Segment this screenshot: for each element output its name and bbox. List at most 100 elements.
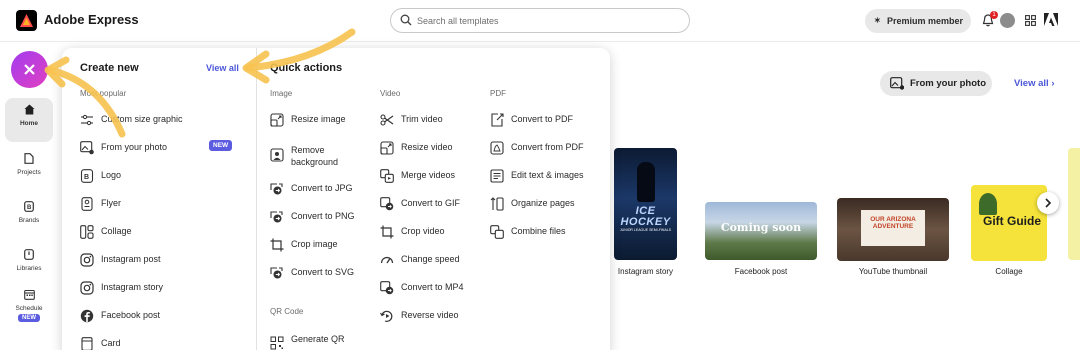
resize-icon (270, 113, 284, 127)
template-card-collage[interactable]: Gift Guide (971, 185, 1047, 261)
reverse-icon (380, 310, 393, 322)
trim-icon (380, 114, 394, 126)
create-new-view-all-link[interactable]: View all (206, 63, 239, 73)
item-label: Crop video (401, 226, 445, 236)
calendar-icon (23, 289, 35, 300)
template-headline: Coming soon (720, 221, 802, 234)
quick-actions-heading: Quick actions (270, 62, 343, 74)
item-label: Remove background (291, 145, 339, 167)
template-card-partial[interactable] (1068, 148, 1080, 260)
pdf-section-label: PDF (490, 89, 506, 98)
template-label-facebook-post: Facebook post (734, 267, 788, 276)
image-section-label: Image (270, 89, 293, 98)
item-label: Instagram story (101, 282, 164, 292)
item-label: Convert to MP4 (401, 282, 464, 292)
item-label: Collage (101, 226, 132, 236)
item-label: Facebook post (101, 310, 161, 320)
collage-icon (80, 225, 94, 239)
item-label: Custom size graphic (101, 114, 183, 124)
close-create-button[interactable] (11, 51, 48, 88)
speed-icon (380, 256, 394, 264)
search-bar[interactable] (390, 8, 690, 33)
item-label: Resize video (401, 142, 453, 152)
template-card-instagram-story[interactable]: ICE HOCKEY JUNIOR LEAGUE SEMI-FINALS (614, 148, 677, 260)
merge-icon (380, 169, 394, 183)
rail-label-schedule: Schedule (15, 305, 43, 312)
rail-item-libraries[interactable]: Libraries (5, 243, 53, 287)
item-label: Edit text & images (511, 170, 584, 180)
item-label: Flyer (101, 198, 121, 208)
home-icon (24, 104, 34, 115)
flyer-icon (81, 197, 93, 211)
adobe-logo-icon[interactable] (1044, 13, 1058, 26)
item-label: Convert to PNG (291, 211, 355, 221)
item-label: Convert from PDF (511, 142, 584, 152)
item-label: Logo (101, 170, 122, 180)
convert-icon (270, 211, 283, 223)
instagram-icon (80, 253, 94, 267)
rail-label-libraries: Libraries (16, 265, 42, 272)
chevron-right-icon (1045, 198, 1052, 208)
template-headline: ICE HOCKEY (620, 205, 671, 228)
item-label: From your photo (101, 142, 168, 152)
new-badge: NEW (18, 314, 40, 322)
view-all-label: View all (1014, 78, 1049, 89)
pages-icon (490, 197, 504, 211)
rail-item-schedule[interactable]: Schedule NEW (5, 283, 53, 335)
item-label: Convert to SVG (291, 267, 355, 277)
crop-icon (380, 225, 394, 239)
close-icon (24, 64, 35, 75)
plant-illustration (979, 193, 997, 215)
player-silhouette (637, 162, 655, 202)
rail-item-projects[interactable]: Projects (5, 147, 53, 191)
avatar[interactable] (1000, 13, 1015, 28)
from-your-photo-button[interactable]: From your photo (880, 71, 992, 96)
create-panel: Create new View all Most popular Custom … (62, 48, 610, 350)
combine-icon (490, 225, 504, 239)
template-headline: OUR ARIZONA ADVENTURE (870, 216, 916, 230)
template-card-facebook-post[interactable]: Coming soon (705, 202, 817, 260)
template-card-youtube-thumbnail[interactable]: OUR ARIZONA ADVENTURE (837, 198, 949, 261)
convert-icon (270, 183, 283, 195)
instagram-icon (80, 281, 94, 295)
create-new-heading: Create new (80, 62, 139, 74)
item-label: Resize image (291, 114, 346, 124)
rail-item-brands[interactable]: B Brands (5, 195, 53, 239)
from-photo-label: From your photo (910, 78, 986, 89)
custom-size-icon (81, 114, 93, 126)
library-icon (24, 249, 34, 260)
item-label: Instagram post (101, 254, 161, 264)
item-label: Organize pages (511, 198, 575, 208)
item-label: Generate QR (291, 334, 345, 344)
view-all-link[interactable]: View all › (1014, 78, 1055, 89)
card-icon (81, 337, 93, 350)
qr-section-label: QR Code (270, 307, 304, 316)
item-label: Trim video (401, 114, 443, 124)
crop-icon (270, 238, 284, 252)
rail-item-home[interactable]: Home (5, 98, 53, 142)
app-title: Adobe Express (44, 12, 139, 27)
svg-text:B: B (27, 205, 32, 211)
brand-icon: B (24, 201, 34, 212)
pdf-icon (490, 141, 504, 155)
panel-divider (256, 48, 257, 350)
convert-icon (270, 267, 283, 279)
item-label: Crop image (291, 239, 338, 249)
item-label: Convert to GIF (401, 198, 461, 208)
edit-icon (490, 169, 504, 183)
most-popular-label: Most popular (80, 89, 127, 98)
premium-member-button[interactable]: ✶ Premium member (865, 9, 971, 33)
rail-label-home: Home (19, 120, 39, 127)
search-input[interactable] (417, 12, 677, 29)
photo-icon (890, 77, 904, 90)
rail-label-brands: Brands (18, 217, 40, 224)
template-label-youtube-thumbnail: YouTube thumbnail (858, 267, 928, 276)
carousel-next-button[interactable] (1037, 192, 1059, 214)
item-label: Card (101, 338, 121, 348)
pdf-icon (491, 113, 504, 127)
item-label: Combine files (511, 226, 566, 236)
adobe-express-logo-icon[interactable] (16, 10, 37, 31)
apps-grid-icon[interactable] (1025, 15, 1036, 26)
qr-icon (270, 336, 284, 350)
new-badge: NEW (209, 140, 233, 151)
